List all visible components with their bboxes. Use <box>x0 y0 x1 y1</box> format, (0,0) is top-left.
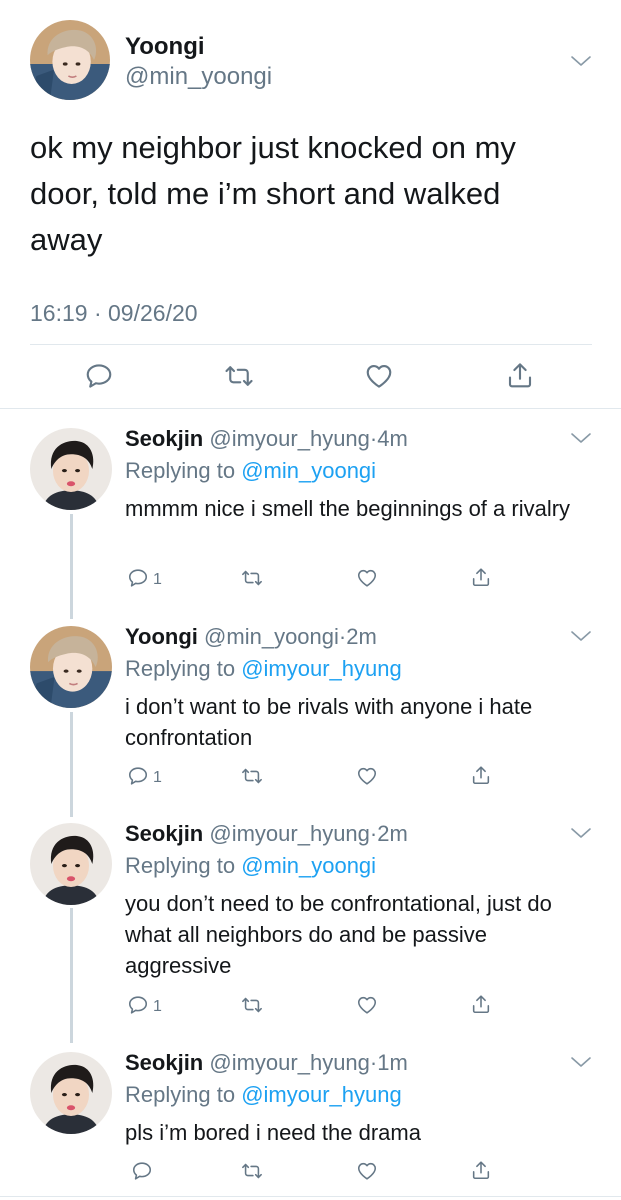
share-icon[interactable] <box>505 360 535 390</box>
reply-text: you don’t need to be confrontational, ju… <box>125 891 552 978</box>
reply-icon[interactable] <box>131 1160 153 1182</box>
author-handle[interactable]: @min_yoongi <box>125 63 272 91</box>
retweet-icon[interactable] <box>241 567 263 589</box>
replying-label: Replying to <box>125 1082 236 1107</box>
thread-line <box>70 712 73 817</box>
author-handle[interactable]: @imyour_hyung <box>209 426 370 451</box>
retweet-icon[interactable] <box>241 1160 263 1182</box>
reply-icon[interactable] <box>84 361 114 391</box>
chevron-down-icon[interactable] <box>570 431 592 445</box>
like-icon[interactable] <box>356 1160 378 1182</box>
thread-line <box>70 514 73 619</box>
reply-header: Seokjin @imyour_hyung·2m <box>125 821 408 847</box>
tweet-text: ok my neighbor just knocked on my door, … <box>30 125 600 263</box>
replying-label: Replying to <box>125 458 236 483</box>
avatar[interactable] <box>30 20 110 100</box>
reply-header: Seokjin @imyour_hyung·1m <box>125 1050 408 1076</box>
mention-link[interactable]: @imyour_hyung <box>241 656 402 681</box>
reply-time: 2m <box>377 821 408 846</box>
reply-time: 1m <box>377 1050 408 1075</box>
divider <box>30 344 592 345</box>
mention-link[interactable]: @imyour_hyung <box>241 1082 402 1107</box>
retweet-icon[interactable] <box>241 765 263 787</box>
tweet-text-line: away <box>30 222 103 257</box>
mention-link[interactable]: @min_yoongi <box>241 458 376 483</box>
tweet-time: 16:19 <box>30 300 88 326</box>
chevron-down-icon[interactable] <box>570 629 592 643</box>
share-icon[interactable] <box>470 566 492 588</box>
like-icon[interactable] <box>356 765 378 787</box>
reply-text: mmmm nice i smell the beginnings of a ri… <box>125 496 571 521</box>
share-icon[interactable] <box>470 1159 492 1181</box>
tweet-text-line: ok my neighbor just knocked on my <box>30 130 516 165</box>
replying-to: Replying to @min_yoongi <box>125 458 376 484</box>
replying-to: Replying to @imyour_hyung <box>125 1082 402 1108</box>
avatar[interactable] <box>30 823 112 905</box>
chevron-down-icon[interactable] <box>570 826 592 840</box>
like-icon[interactable] <box>356 567 378 589</box>
tweet-date: 09/26/20 <box>108 300 198 326</box>
author-handle[interactable]: @imyour_hyung <box>209 821 370 846</box>
reply-header: Seokjin @imyour_hyung·4m <box>125 426 408 452</box>
reply-text: pls i’m bored i need the drama <box>125 1120 421 1145</box>
divider <box>0 408 621 409</box>
chevron-down-icon[interactable] <box>570 1055 592 1069</box>
reply-header: Yoongi @min_yoongi·2m <box>125 624 377 650</box>
reply-time: 2m <box>346 624 377 649</box>
reply-count: 1 <box>153 571 162 588</box>
reply-icon[interactable] <box>127 567 149 589</box>
reply-icon[interactable] <box>127 765 149 787</box>
chevron-down-icon[interactable] <box>570 54 592 68</box>
reply-time: 4m <box>377 426 408 451</box>
author-handle[interactable]: @min_yoongi <box>204 624 339 649</box>
avatar[interactable] <box>30 428 112 510</box>
author-handle[interactable]: @imyour_hyung <box>209 1050 370 1075</box>
author-name[interactable]: Yoongi <box>125 33 205 61</box>
replying-to: Replying to @min_yoongi <box>125 853 376 879</box>
retweet-icon[interactable] <box>241 994 263 1016</box>
tweet-text-line: door, told me i’m short and walked <box>30 176 501 211</box>
author-name[interactable]: Seokjin <box>125 426 203 451</box>
mention-link[interactable]: @min_yoongi <box>241 853 376 878</box>
separator: · <box>93 300 102 326</box>
author-name[interactable]: Seokjin <box>125 1050 203 1075</box>
replying-label: Replying to <box>125 656 236 681</box>
reply-icon[interactable] <box>127 994 149 1016</box>
divider <box>0 1196 621 1197</box>
reply-count: 1 <box>153 998 162 1015</box>
reply-count: 1 <box>153 769 162 786</box>
avatar[interactable] <box>30 626 112 708</box>
share-icon[interactable] <box>470 764 492 786</box>
author-name[interactable]: Yoongi <box>125 624 198 649</box>
tweet-timestamp[interactable]: 16:19 · 09/26/20 <box>30 300 198 327</box>
reply-text: i don’t want to be rivals with anyone i … <box>125 694 533 750</box>
share-icon[interactable] <box>470 993 492 1015</box>
thread-line <box>70 908 73 1043</box>
like-icon[interactable] <box>364 361 394 391</box>
replying-label: Replying to <box>125 853 236 878</box>
like-icon[interactable] <box>356 994 378 1016</box>
retweet-icon[interactable] <box>224 361 254 391</box>
avatar[interactable] <box>30 1052 112 1134</box>
author-name[interactable]: Seokjin <box>125 821 203 846</box>
replying-to: Replying to @imyour_hyung <box>125 656 402 682</box>
